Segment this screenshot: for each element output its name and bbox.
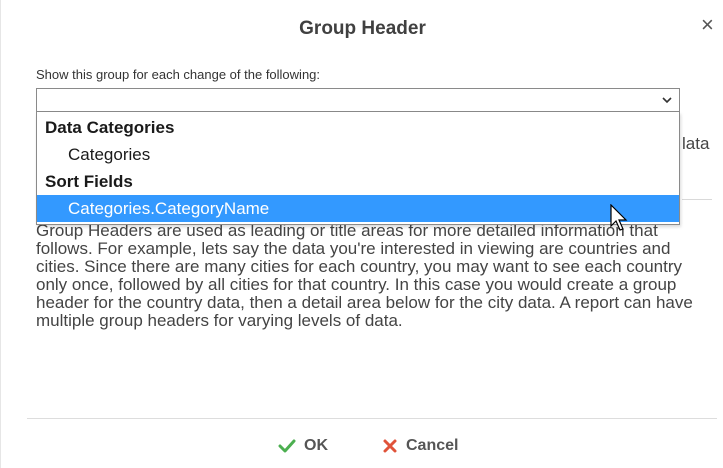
dropdown-group-data-categories: Data Categories bbox=[45, 118, 175, 137]
dropdown-group-sort-fields: Sort Fields bbox=[45, 172, 133, 191]
dropdown-option-categories[interactable]: Categories bbox=[37, 141, 679, 168]
close-icon[interactable]: × bbox=[701, 14, 717, 36]
cancel-button-label: Cancel bbox=[406, 437, 459, 454]
x-icon bbox=[383, 439, 397, 453]
chevron-down-icon[interactable] bbox=[661, 94, 673, 106]
group-field-dropdown-list: Data Categories Categories Sort Fields C… bbox=[36, 112, 680, 225]
cancel-button[interactable]: Cancel bbox=[382, 435, 458, 457]
group-field-prompt: Show this group for each change of the f… bbox=[36, 67, 321, 82]
group-header-dialog: Group Header × Show this group for each … bbox=[0, 0, 723, 468]
dropdown-option-category-name[interactable]: Categories.CategoryName bbox=[37, 195, 679, 222]
dialog-title: Group Header bbox=[299, 18, 426, 39]
obscured-divider bbox=[682, 199, 712, 200]
mouse-pointer-icon bbox=[610, 204, 628, 231]
ok-button[interactable]: OK bbox=[278, 435, 328, 457]
check-icon bbox=[278, 439, 296, 453]
obscured-text: lata bbox=[682, 134, 710, 153]
ok-button-label: OK bbox=[304, 437, 328, 454]
group-header-description: Group Headers are used as leading or tit… bbox=[36, 221, 693, 330]
group-field-select[interactable] bbox=[36, 88, 680, 112]
footer-divider bbox=[27, 418, 717, 419]
